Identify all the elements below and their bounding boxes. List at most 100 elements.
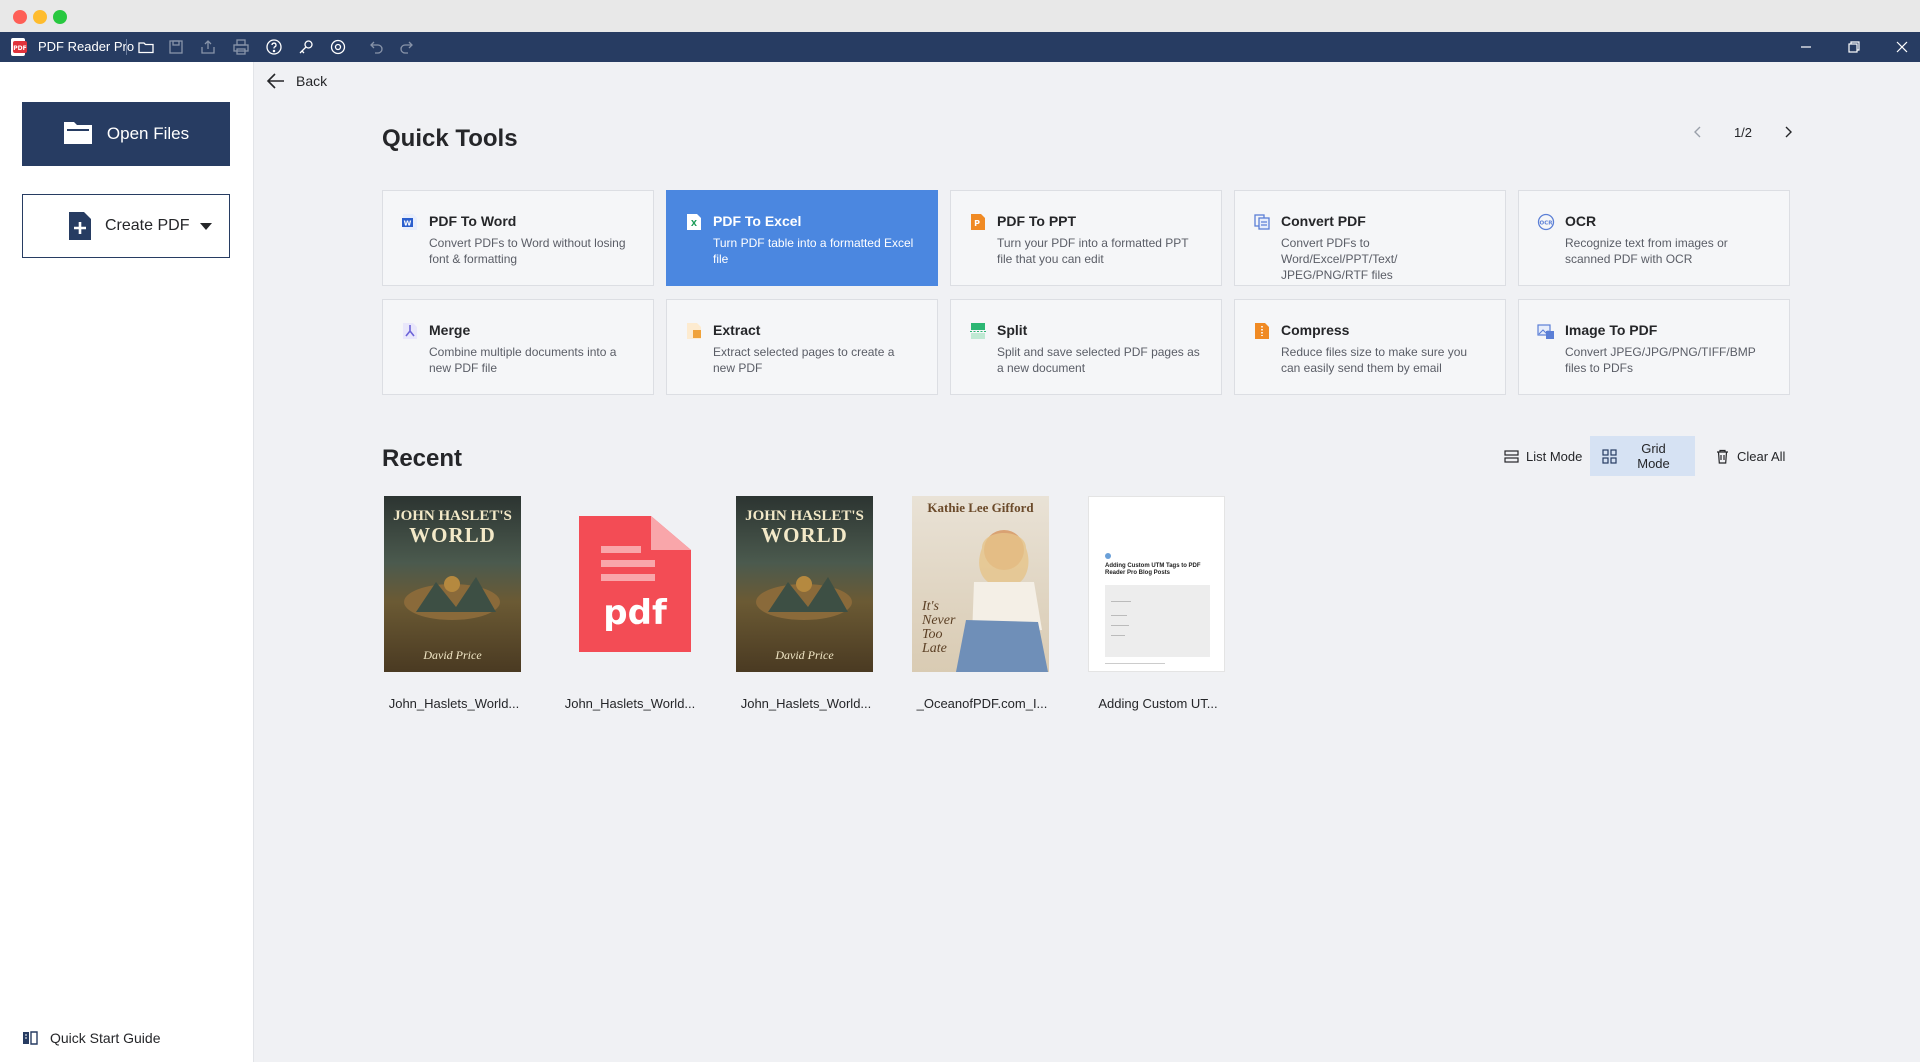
svg-text:OCR: OCR: [1540, 221, 1554, 227]
book-cover-thumbnail: JOHN HASLET'S WORLD David Price: [384, 496, 521, 672]
app-name: PDF Reader Pro: [38, 39, 135, 54]
quick-start-guide-link[interactable]: Quick Start Guide: [22, 1030, 161, 1046]
window-chrome: [0, 0, 1920, 32]
tool-title: OCR: [1565, 213, 1597, 229]
cover-author: Kathie Lee Gifford: [927, 500, 1034, 515]
tool-description: Convert PDFs to Word/Excel/PPT/Text/ JPE…: [1281, 236, 1398, 282]
pdf-file-icon: pdf: [560, 496, 697, 672]
tool-extract[interactable]: Extract Extract selected pages to create…: [666, 299, 938, 395]
recent-file-name: _OceanofPDF.com_I...: [916, 696, 1048, 711]
minimize-icon[interactable]: [1798, 39, 1814, 55]
compress-icon: [1253, 322, 1271, 340]
tool-title: Extract: [713, 322, 761, 338]
cover-title-line: Late: [922, 641, 947, 656]
zoom-window-dot[interactable]: [53, 10, 67, 24]
cover-author: David Price: [775, 648, 834, 662]
recent-file-name: Adding Custom UT...: [1098, 696, 1218, 711]
create-document-icon: [69, 212, 91, 240]
close-icon[interactable]: [1894, 39, 1910, 55]
restore-icon[interactable]: [1846, 39, 1862, 55]
document-figure: [1105, 585, 1210, 657]
cover-title-line: It's: [922, 599, 939, 614]
page-indicator: 1/2: [1733, 124, 1753, 140]
recent-file[interactable]: JOHN HASLET'S WORLD David Price John_Has…: [736, 496, 876, 711]
tool-ocr[interactable]: OCR OCR Recognize text from images or sc…: [1518, 190, 1790, 286]
sidebar: Open Files Create PDF Quick Start Guide: [0, 62, 254, 1062]
cover-title-line: WORLD: [761, 523, 848, 547]
settings-icon[interactable]: [329, 38, 347, 56]
cover-illustration: [756, 576, 852, 620]
quick-start-label: Quick Start Guide: [50, 1030, 161, 1046]
clear-all-label: Clear All: [1737, 448, 1786, 464]
cover-title-line: Too: [922, 627, 943, 642]
text-line: [1111, 615, 1127, 616]
recent-file[interactable]: pdf John_Haslets_World...: [560, 496, 700, 711]
open-files-button[interactable]: Open Files: [22, 102, 230, 166]
list-icon: [1504, 449, 1519, 464]
extract-icon: [685, 322, 703, 340]
recent-file-name: John_Haslets_World...: [740, 696, 872, 711]
close-window-dot[interactable]: [13, 10, 27, 24]
recent-file-name: John_Haslets_World...: [564, 696, 696, 711]
back-link[interactable]: Back: [266, 72, 327, 90]
tool-title: Split: [997, 322, 1028, 338]
tool-pdf-to-excel[interactable]: X PDF To Excel Turn PDF table into a for…: [666, 190, 938, 286]
text-line: [1105, 663, 1165, 664]
cover-title-line: WORLD: [409, 523, 496, 547]
open-folder-icon[interactable]: [137, 38, 155, 56]
tool-title: PDF To PPT: [997, 213, 1077, 229]
tool-description: Split and save selected PDF pages as a n…: [997, 345, 1200, 375]
chevron-left-icon[interactable]: [1692, 125, 1704, 139]
tool-image-to-pdf[interactable]: Image To PDF Convert JPEG/JPG/PNG/TIFF/B…: [1518, 299, 1790, 395]
recent-title: Recent: [382, 445, 463, 472]
ppt-icon: P: [969, 213, 987, 231]
tool-split[interactable]: Split Split and save selected PDF pages …: [950, 299, 1222, 395]
recent-file[interactable]: JOHN HASLET'S WORLD David Price John_Has…: [384, 496, 524, 711]
svg-text:W: W: [404, 220, 412, 228]
book-cover-thumbnail: JOHN HASLET'S WORLD David Price: [736, 496, 873, 672]
recent-file[interactable]: Kathie Lee Gifford It's Never Too Late _…: [912, 496, 1052, 711]
share-icon[interactable]: [199, 38, 217, 56]
cover-author: David Price: [423, 648, 482, 662]
redo-icon[interactable]: [398, 38, 416, 56]
tool-description: Extract selected pages to create a new P…: [713, 345, 895, 375]
tool-description: Turn PDF table into a formatted Excel fi…: [713, 236, 914, 266]
print-icon[interactable]: [232, 38, 250, 56]
tool-pdf-to-ppt[interactable]: P PDF To PPT Turn your PDF into a format…: [950, 190, 1222, 286]
help-icon[interactable]: [265, 38, 283, 56]
pdf-label: pdf: [603, 593, 668, 633]
chevron-right-icon[interactable]: [1782, 125, 1794, 139]
tool-compress[interactable]: Compress Reduce files size to make sure …: [1234, 299, 1506, 395]
word-icon: W: [401, 213, 419, 231]
arrow-left-icon: [266, 72, 286, 90]
cover-illustration: [404, 576, 500, 620]
list-mode-button[interactable]: List Mode: [1492, 436, 1594, 476]
cover-title-line: Never: [922, 613, 956, 628]
recent-file-name: John_Haslets_World...: [388, 696, 520, 711]
tool-title: PDF To Excel: [713, 213, 802, 229]
undo-icon[interactable]: [367, 38, 385, 56]
text-line: [1111, 601, 1131, 602]
text-line: [1111, 635, 1125, 636]
chevron-down-icon[interactable]: [200, 223, 212, 230]
folder-icon: [63, 119, 93, 150]
tool-pdf-to-word[interactable]: W PDF To Word Convert PDFs to Word witho…: [382, 190, 654, 286]
grid-mode-button[interactable]: Grid Mode: [1590, 436, 1695, 476]
image-icon: [1537, 322, 1555, 340]
tools-pager: 1/2: [1692, 122, 1794, 142]
app-titlebar: PDF PDF Reader Pro: [0, 32, 1920, 62]
cover-title: It's Never Too Late: [922, 600, 955, 656]
minimize-window-dot[interactable]: [33, 10, 47, 24]
tool-description: Convert PDFs to Word without losing font…: [429, 236, 626, 266]
logo-dot: [1105, 553, 1111, 559]
tool-title: Convert PDF: [1281, 213, 1366, 229]
recent-file[interactable]: Adding Custom UTM Tags to PDF Reader Pro…: [1088, 496, 1228, 711]
create-pdf-button[interactable]: Create PDF: [22, 194, 230, 258]
clear-all-button[interactable]: Clear All: [1703, 436, 1797, 476]
key-icon[interactable]: [297, 38, 315, 56]
tool-description: Reduce files size to make sure you can e…: [1281, 345, 1468, 375]
tool-merge[interactable]: Merge Combine multiple documents into a …: [382, 299, 654, 395]
cover-portrait: [956, 530, 1048, 672]
tool-convert-pdf[interactable]: Convert PDF Convert PDFs to Word/Excel/P…: [1234, 190, 1506, 286]
save-icon[interactable]: [167, 38, 185, 56]
